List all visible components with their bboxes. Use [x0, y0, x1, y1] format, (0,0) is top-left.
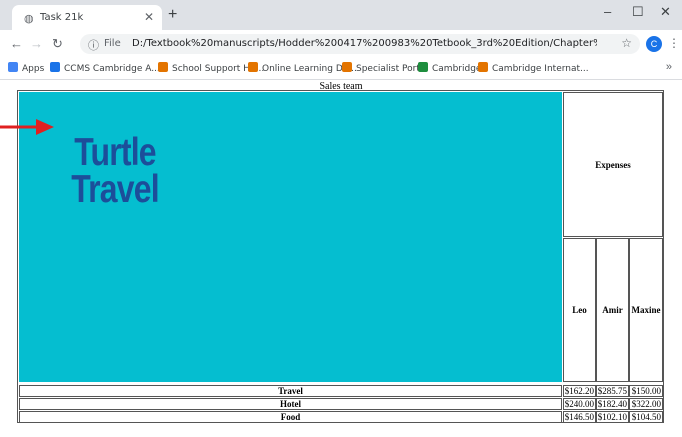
- kebab-menu-icon[interactable]: ⋮: [668, 36, 680, 50]
- back-icon[interactable]: ←: [10, 36, 23, 51]
- bookmark-label: Apps: [22, 64, 45, 74]
- table-cell: $322.00: [629, 398, 663, 410]
- person-header-amir: Amir: [596, 238, 629, 382]
- shield-icon: [248, 62, 258, 72]
- new-tab-icon[interactable]: +: [168, 6, 177, 24]
- globe-icon: ◍: [24, 13, 34, 25]
- address-bar[interactable]: ⓘ File D:/Textbook%20manuscripts/Hodder%…: [80, 34, 640, 54]
- expenses-header: Expenses: [563, 92, 663, 237]
- shield-icon: [342, 62, 352, 72]
- bookmark-apps[interactable]: Apps: [8, 62, 44, 74]
- person-name: Amir: [602, 305, 623, 315]
- close-tab-icon[interactable]: ✕: [144, 10, 154, 24]
- turtle-travel-logo: Turtle Travel: [36, 131, 193, 211]
- logo-cell: Turtle Travel: [19, 92, 562, 382]
- forward-icon[interactable]: →: [30, 36, 43, 51]
- url-text[interactable]: D:/Textbook%20manuscripts/Hodder%200417%…: [132, 38, 597, 49]
- logo-line-2: Travel: [71, 168, 159, 211]
- bookmark-ccms[interactable]: CCMS Cambridge A...: [50, 62, 160, 74]
- toolbar: ← → ↻ ⓘ File D:/Textbook%20manuscripts/H…: [0, 30, 682, 58]
- reload-icon[interactable]: ↻: [52, 36, 63, 52]
- minimize-icon[interactable]: –: [604, 4, 611, 19]
- more-bookmarks-icon[interactable]: »: [666, 61, 672, 73]
- close-window-icon[interactable]: ✕: [660, 4, 671, 20]
- logo-line-1: Turtle: [74, 131, 156, 174]
- row-label-food: Food: [19, 411, 562, 423]
- row-label-hotel: Hotel: [19, 398, 562, 410]
- page-content: Sales team Turtle Travel Expenses Leo Am…: [0, 80, 682, 437]
- expenses-header-label: Expenses: [595, 159, 631, 170]
- info-icon[interactable]: ⓘ: [88, 37, 99, 53]
- red-arrow-icon: [0, 119, 54, 135]
- bookmarks-bar: Apps CCMS Cambridge A... School Support …: [0, 58, 682, 80]
- table-cell: $182.40: [596, 398, 629, 410]
- maximize-icon[interactable]: ☐: [632, 4, 644, 20]
- bookmark-label: CCMS Cambridge A...: [64, 64, 160, 74]
- table-cell: $162.20: [563, 385, 596, 397]
- bookmark-online-learning[interactable]: Online Learning Da...: [248, 62, 357, 74]
- bookmark-specialist-portal[interactable]: Specialist Portal: [342, 62, 428, 74]
- table-cell: $102.10: [596, 411, 629, 423]
- bookmark-label: Cambridge Internat...: [492, 64, 589, 74]
- person-name: Leo: [572, 305, 587, 315]
- tab-strip: ◍ Task 21k ✕ + – ☐ ✕: [0, 0, 682, 30]
- profile-avatar[interactable]: C: [646, 36, 662, 52]
- tab-task[interactable]: ◍ Task 21k ✕: [12, 5, 162, 30]
- table-cell: $146.50: [563, 411, 596, 423]
- person-header-maxine: Maxine: [629, 238, 663, 382]
- person-header-leo: Leo: [563, 238, 596, 382]
- bookmark-cambridge-international[interactable]: Cambridge Internat...: [478, 62, 589, 74]
- browser-window: ◍ Task 21k ✕ + – ☐ ✕ ← → ↻ ⓘ File D:/Tex…: [0, 0, 682, 437]
- apps-grid-icon: [8, 62, 18, 72]
- cambridge-icon: [418, 62, 428, 72]
- row-label-travel: Travel: [19, 385, 562, 397]
- bookmark-cambridge[interactable]: Cambridge: [418, 62, 481, 74]
- person-name: Maxine: [631, 305, 661, 315]
- ccms-icon: [50, 62, 60, 72]
- table-cell: $104.50: [629, 411, 663, 423]
- shield-icon: [158, 62, 168, 72]
- tab-title: Task 21k: [40, 12, 84, 23]
- star-icon[interactable]: ☆: [621, 36, 632, 50]
- table-cell: $240.00: [563, 398, 596, 410]
- file-label: File: [104, 38, 121, 49]
- table-cell: $150.00: [629, 385, 663, 397]
- shield-icon: [478, 62, 488, 72]
- bookmark-label: Cambridge: [432, 64, 482, 74]
- table-cell: $285.75: [596, 385, 629, 397]
